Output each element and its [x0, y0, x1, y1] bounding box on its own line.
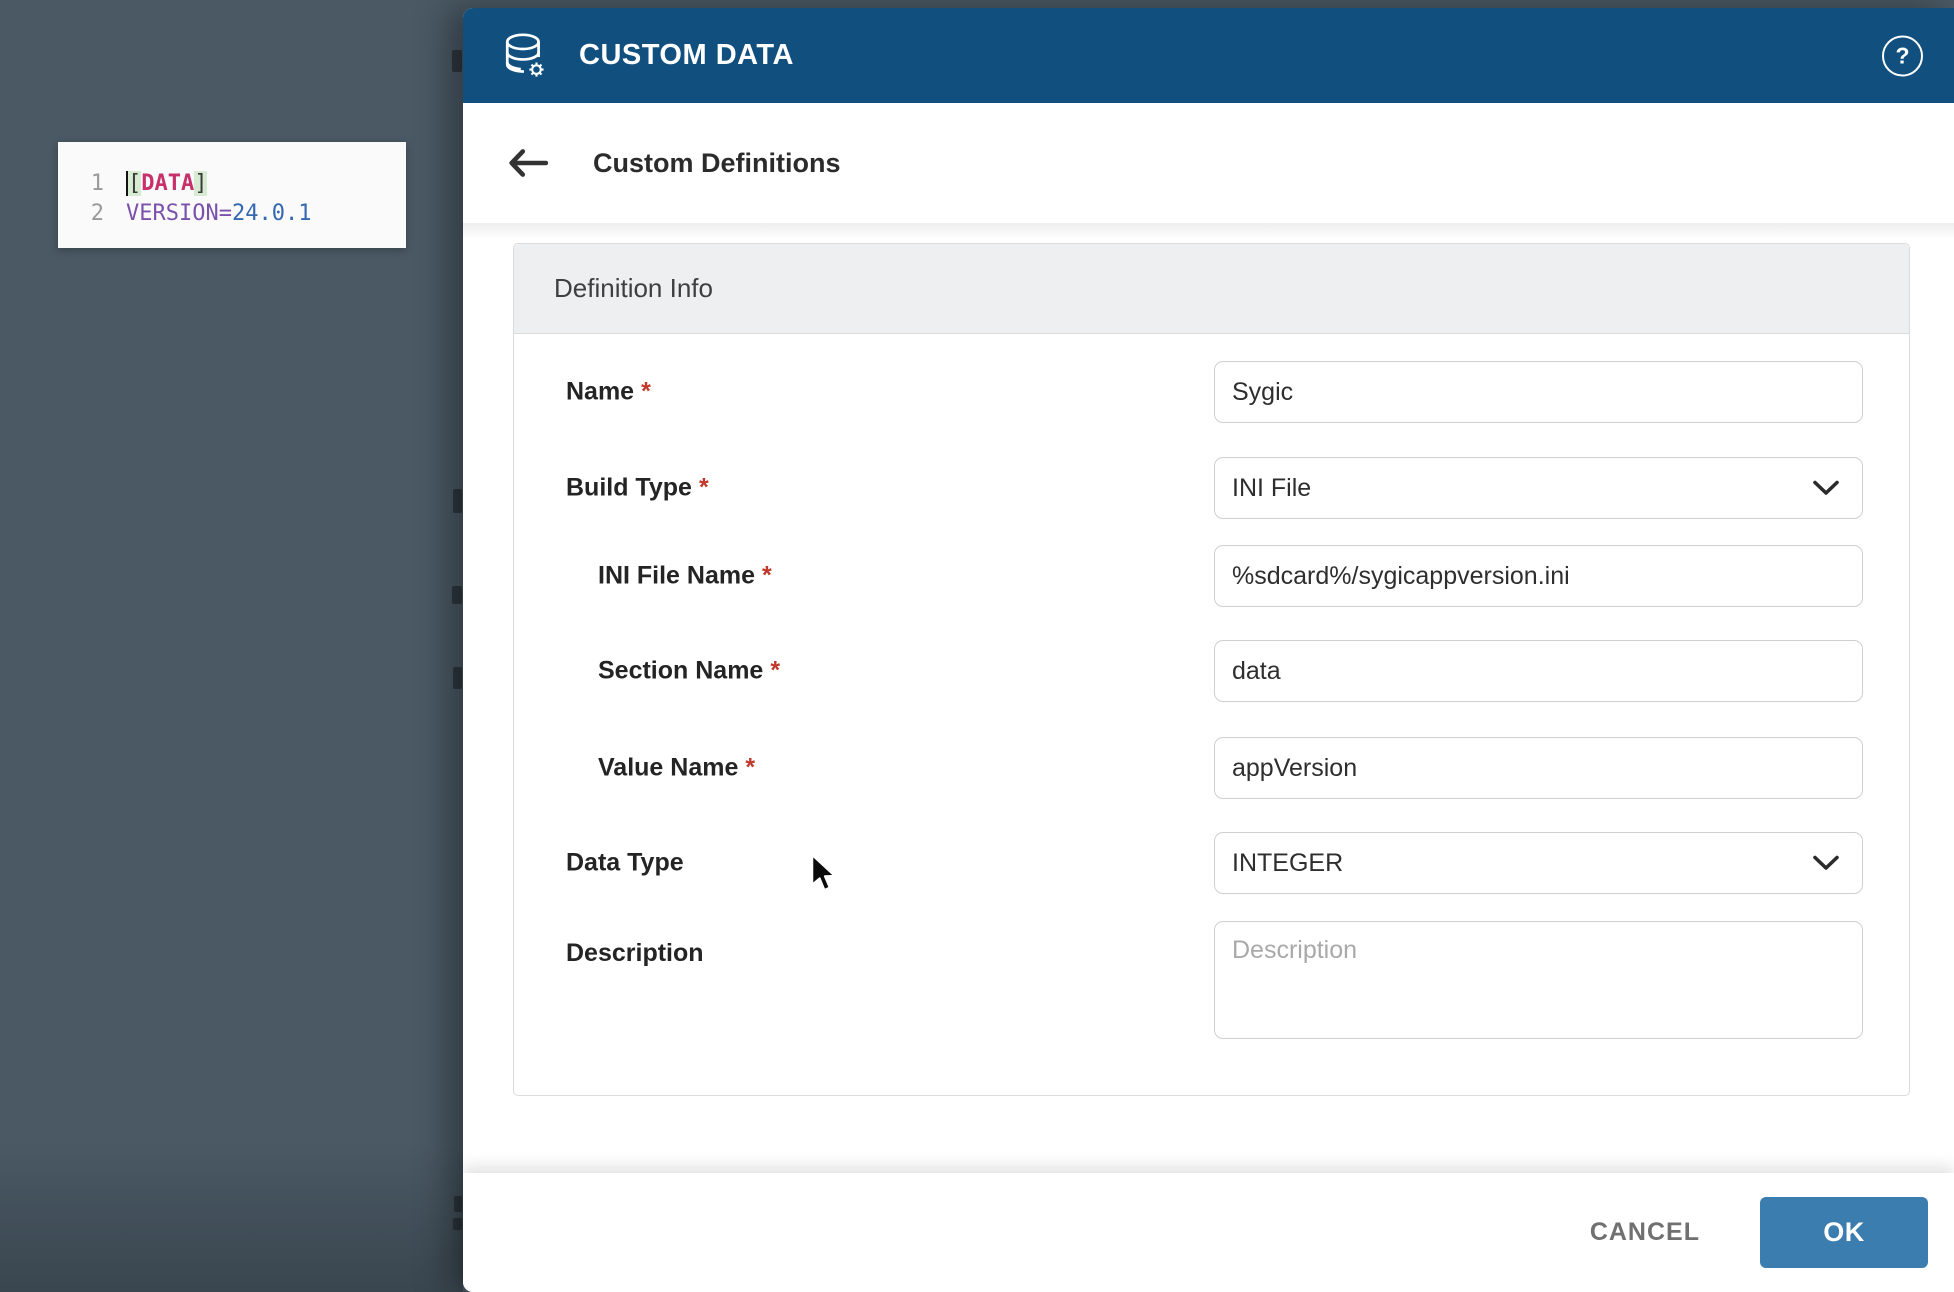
dialog-title: CUSTOM DATA [579, 39, 794, 72]
custom-data-dialog: CUSTOM DATA ? Custom Definitions Definit… [463, 8, 1954, 1292]
occluded-text-fragment [453, 667, 462, 689]
data-type-label: Data Type [566, 849, 684, 878]
chevron-down-icon [1812, 480, 1840, 497]
ini-file-name-input[interactable] [1214, 545, 1863, 607]
required-asterisk: * [641, 378, 651, 406]
code-line: 2 VERSION=24.0.1 [58, 198, 406, 228]
occluded-text-fragment [452, 586, 462, 604]
code-token-bracket: ] [194, 171, 207, 196]
dialog-header: CUSTOM DATA ? [463, 8, 1954, 103]
question-mark-icon: ? [1895, 42, 1909, 69]
ini-code-editor[interactable]: 1 [DATA] 2 VERSION=24.0.1 [58, 142, 406, 248]
dialog-subheader: Custom Definitions [463, 103, 1954, 223]
section-name-input[interactable] [1214, 640, 1863, 702]
ini-file-name-label: INI File Name* [598, 562, 772, 591]
occluded-text-fragment [453, 489, 462, 513]
code-token-key: VERSION [126, 201, 219, 226]
subheader-shadow [463, 223, 1954, 239]
database-gear-icon [502, 32, 548, 80]
occluded-text-fragment [454, 1196, 462, 1212]
field-row-ini-file-name: INI File Name* [514, 545, 1909, 607]
required-asterisk: * [762, 562, 772, 590]
field-row-build-type: Build Type* INI File [514, 457, 1909, 519]
build-type-label: Build Type* [566, 474, 709, 503]
occluded-text-fragment [452, 50, 462, 72]
panel-title: Definition Info [554, 273, 713, 304]
panel-header: Definition Info [514, 244, 1909, 334]
field-row-description: Description [514, 921, 1909, 1039]
value-name-input[interactable] [1214, 737, 1863, 799]
code-token-equals: = [219, 201, 232, 226]
occluded-text-fragment [453, 1218, 462, 1230]
field-row-section-name: Section Name* [514, 640, 1909, 702]
description-textarea[interactable] [1214, 921, 1863, 1039]
data-type-value: INTEGER [1232, 849, 1343, 878]
required-asterisk: * [699, 474, 709, 502]
description-label: Description [566, 939, 704, 968]
line-number: 2 [78, 201, 104, 226]
build-type-value: INI File [1232, 474, 1311, 503]
back-arrow-icon[interactable] [507, 148, 549, 178]
required-asterisk: * [745, 754, 755, 782]
code-token-number: 24.0.1 [232, 201, 311, 226]
page-title: Custom Definitions [593, 148, 841, 179]
definition-info-panel: Definition Info Name* Build Type* INI Fi… [513, 243, 1910, 1096]
cancel-button[interactable]: CANCEL [1576, 1208, 1714, 1257]
build-type-select[interactable]: INI File [1214, 457, 1863, 519]
required-asterisk: * [770, 657, 780, 685]
name-input[interactable] [1214, 361, 1863, 423]
dialog-footer: CANCEL OK [463, 1173, 1954, 1292]
scrim-bottom-shade [0, 1142, 463, 1292]
field-row-name: Name* [514, 361, 1909, 423]
section-name-label: Section Name* [598, 657, 780, 686]
line-number: 1 [78, 171, 104, 196]
code-token-section: DATA [141, 171, 194, 196]
code-token-bracket: [ [128, 171, 141, 196]
ok-button[interactable]: OK [1760, 1197, 1928, 1268]
name-label: Name* [566, 378, 651, 407]
page: { "header": { "title": "CUSTOM DATA", "h… [0, 0, 1954, 1292]
field-row-data-type: Data Type INTEGER [514, 832, 1909, 894]
code-line: 1 [DATA] [58, 168, 406, 198]
help-button[interactable]: ? [1882, 35, 1923, 76]
chevron-down-icon [1812, 855, 1840, 872]
data-type-select[interactable]: INTEGER [1214, 832, 1863, 894]
value-name-label: Value Name* [598, 754, 755, 783]
field-row-value-name: Value Name* [514, 737, 1909, 799]
